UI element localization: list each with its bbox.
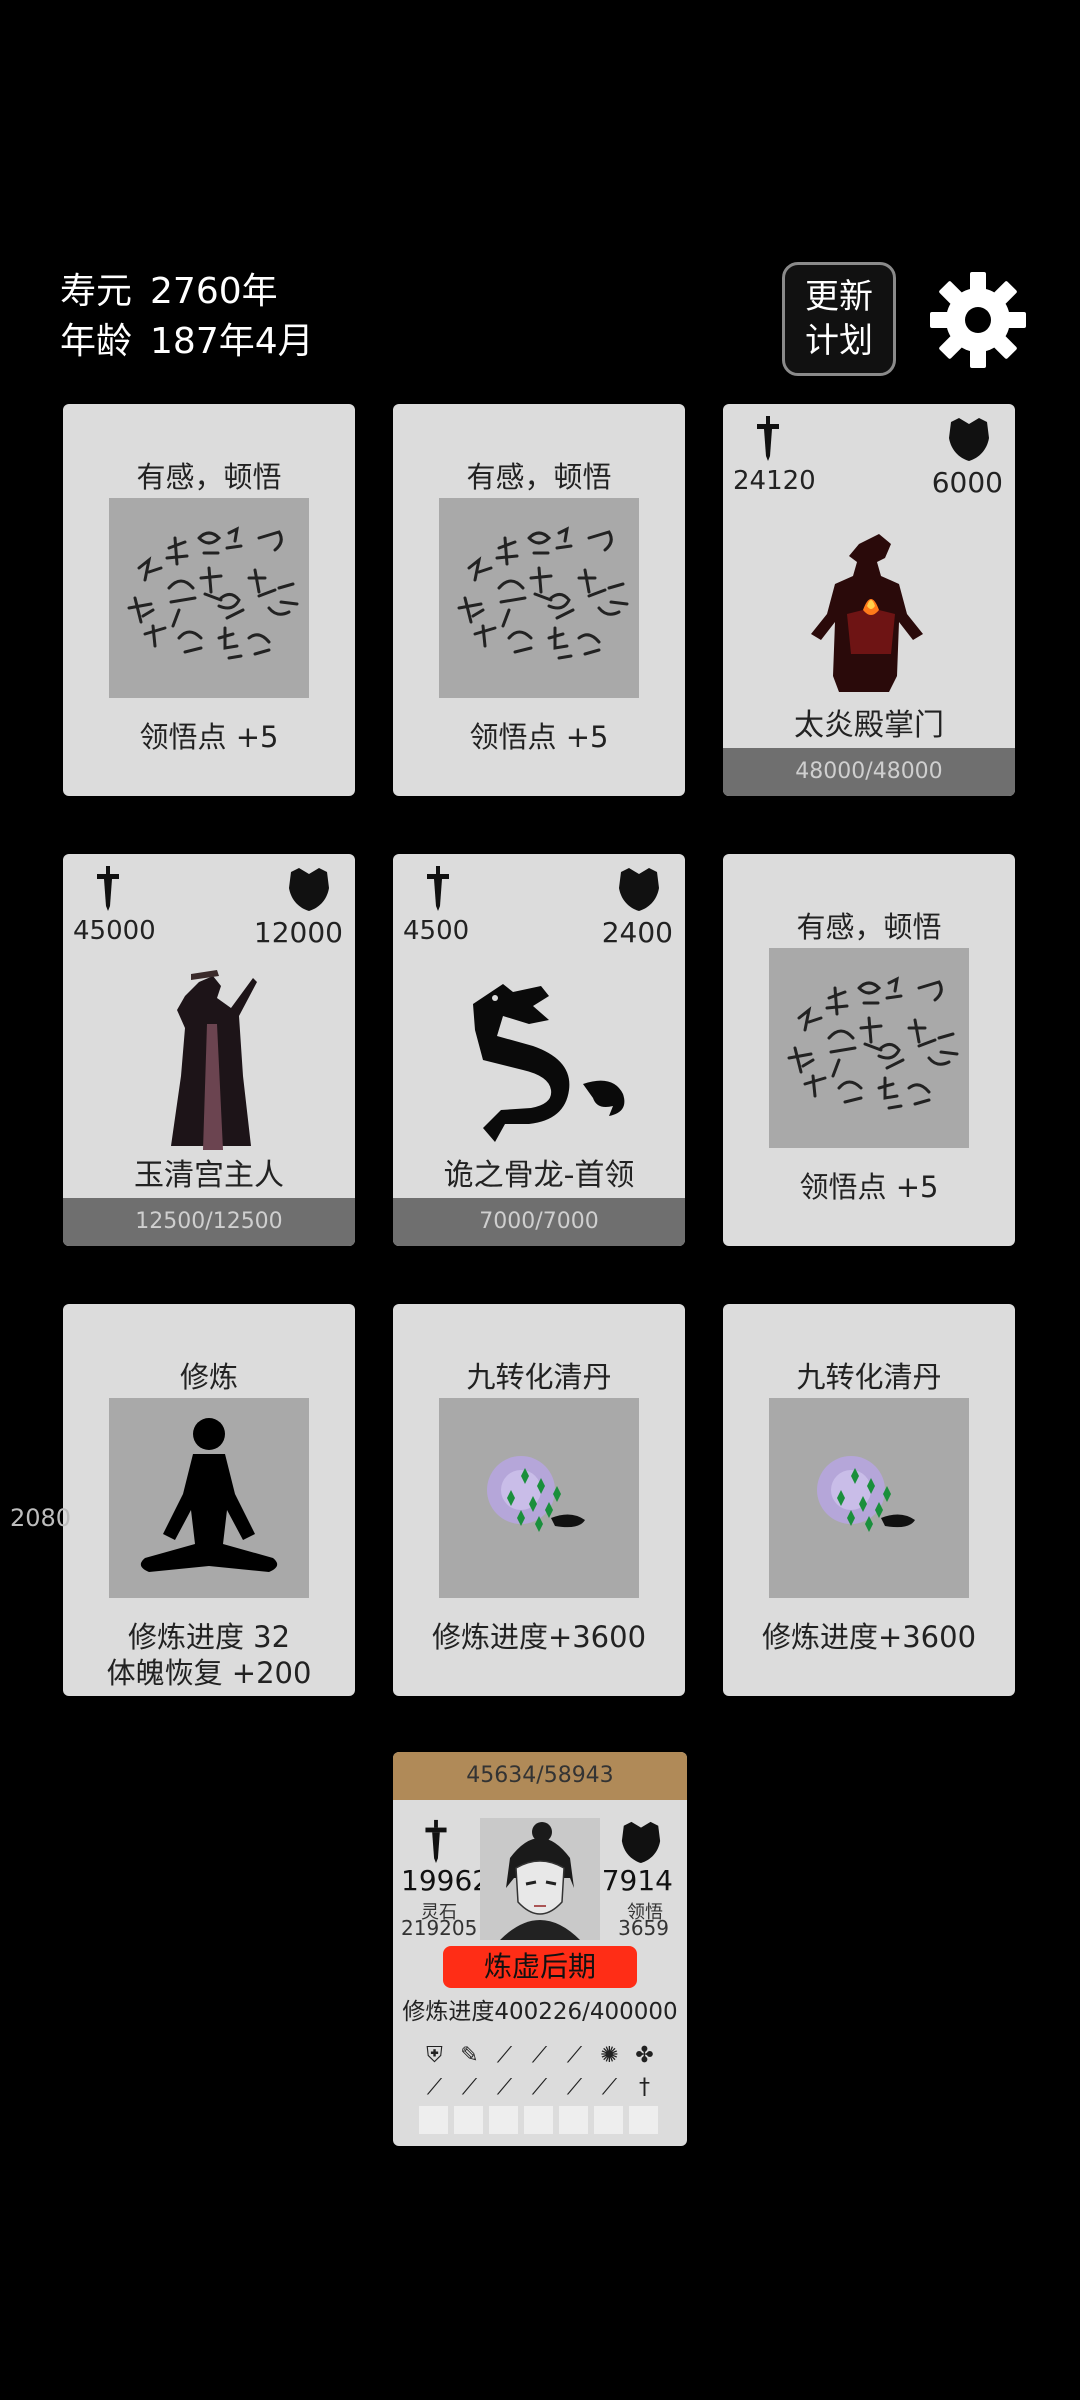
spirit-stone-value: 219205 [401,1916,478,1940]
event-card-insight-2[interactable]: 有感，顿悟 领悟点 +5 [393,404,685,796]
card-effect: 修炼进度+3600 [761,1620,977,1654]
lifespan-value: 2760年 [150,271,278,312]
card-effect: 修炼进度+3600 [431,1620,647,1654]
sword-item-icon[interactable]: ⟋ [491,2074,518,2100]
attack-value: 24120 [733,466,816,496]
player-card[interactable]: 45634/58943 19962 7914 灵石 219205 领悟 3659… [393,1752,687,2146]
sword-icon [425,864,451,912]
card-effect: 领悟点 +5 [139,720,279,754]
card-effect: 领悟点 +5 [799,1170,939,1204]
blade-icon[interactable]: ⟋ [491,2042,518,2068]
event-card-insight-1[interactable]: 有感，顿悟 领悟点 +5 [63,404,355,796]
gem-icon[interactable]: ✤ [631,2042,658,2068]
insight-scroll-image [769,948,969,1148]
empty-slot[interactable] [594,2106,623,2134]
empty-slot[interactable] [629,2106,658,2134]
enemy-card-bone-dragon[interactable]: 4500 2400 诡之骨龙-首领 7000/7000 [393,854,685,1246]
empty-slot[interactable] [419,2106,448,2134]
update-plan-label-line2: 计划 [805,321,873,361]
card-title: 有感，顿悟 [136,460,282,494]
dragon-figure [473,984,625,1142]
pill-image [439,1398,639,1598]
attack-value: 45000 [73,916,156,946]
realm-badge: 炼虚后期 [443,1946,637,1988]
empty-slot[interactable] [454,2106,483,2134]
health-bar: 48000/48000 [723,748,1015,796]
health-bar: 12500/12500 [63,1198,355,1246]
shield-icon [287,866,331,912]
defense-value: 12000 [253,916,343,949]
progress-value: 400226/400000 [494,1999,678,2025]
empty-slot[interactable] [489,2106,518,2134]
shield-icon [617,866,661,912]
empty-slot[interactable] [559,2106,588,2134]
sword-icon [755,414,781,462]
card-title: 有感，顿悟 [796,910,942,944]
defense-value: 6000 [931,466,1003,499]
enemy-name: 玉清宫主人 [134,1158,284,1193]
lifespan-row: 寿元 2760年 [60,262,278,314]
card-effect: 领悟点 +5 [469,720,609,754]
equipment-row-1: ⛨ ✎ ⟋ ⟋ ⟋ ✺ ✤ [421,2042,658,2068]
card-title: 有感，顿悟 [466,460,612,494]
blade-icon[interactable]: ⟋ [526,2042,553,2068]
update-plan-button[interactable]: 更新 计划 [782,262,896,376]
event-card-cultivate[interactable]: 修炼 修炼进度 32 体魄恢复 +200 [63,1304,355,1696]
insight-value: 3659 [618,1916,669,1940]
update-plan-label-line1: 更新 [805,277,873,317]
armor-icon[interactable]: ⛨ [421,2042,448,2068]
age-label: 年龄 [60,321,133,362]
card-title: 修炼 [179,1360,238,1394]
enemy-card-taiyan[interactable]: 24120 6000 太炎殿掌门 48000/48000 [723,404,1015,796]
player-avatar [480,1818,600,1940]
meditation-figure-image [109,1398,309,1598]
sword-item-icon[interactable]: ⟋ [456,2074,483,2100]
sword-item-icon[interactable]: ⟋ [526,2074,553,2100]
blade-icon[interactable]: ⟋ [561,2042,588,2068]
age-value: 187年4月 [150,321,314,362]
fire-demon-figure [811,534,923,692]
sword-item-icon[interactable]: ⟋ [561,2074,588,2100]
card-title: 九转化清丹 [796,1360,942,1394]
scroll-icon[interactable]: ✎ [456,2042,483,2068]
insight-scroll-image [109,498,309,698]
sword-item-icon[interactable]: ⟋ [596,2074,623,2100]
health-bar: 7000/7000 [393,1198,685,1246]
robed-master-figure [171,970,257,1150]
enemy-name: 太炎殿掌门 [794,708,944,743]
enemy-name: 诡之骨龙-首领 [443,1158,635,1193]
equipment-row-2: ⟋ ⟋ ⟋ ⟋ ⟋ ⟋ † [421,2074,658,2100]
inventory-slots [419,2106,658,2134]
card-title: 九转化清丹 [466,1360,612,1394]
attack-value: 4500 [403,916,470,946]
item-card-pill-1[interactable]: 九转化清丹 修炼进度+3600 [393,1304,685,1696]
shield-icon [947,416,991,462]
player-progress: 修炼进度400226/400000 [393,1992,687,2026]
insight-scroll-image [439,498,639,698]
shield-icon [619,1820,663,1864]
player-attack: 19962 [401,1864,491,1897]
gear-icon[interactable] [928,270,1028,370]
sword-icon [423,1818,449,1864]
defense-value: 2400 [601,916,673,949]
age-row: 年龄 187年4月 [60,312,314,364]
event-card-insight-3[interactable]: 有感，顿悟 领悟点 +5 [723,854,1015,1246]
sword-icon [95,864,121,912]
player-exp-bar: 45634/58943 [393,1752,687,1800]
pill-image [769,1398,969,1598]
progress-label: 修炼进度 [402,1999,495,2025]
orb-icon[interactable]: ✺ [596,2042,623,2068]
enemy-card-yuqing[interactable]: 45000 12000 玉清宫主人 12500/12500 [63,854,355,1246]
empty-slot[interactable] [524,2106,553,2134]
side-counter: 2080 [10,1504,72,1532]
lifespan-label: 寿元 [60,271,133,312]
sword-item-icon[interactable]: ⟋ [421,2074,448,2100]
body-recovery-text: 体魄恢复 +200 [106,1656,312,1690]
dagger-icon[interactable]: † [631,2074,658,2100]
player-defense: 7914 [601,1864,673,1897]
item-card-pill-2[interactable]: 九转化清丹 修炼进度+3600 [723,1304,1015,1696]
